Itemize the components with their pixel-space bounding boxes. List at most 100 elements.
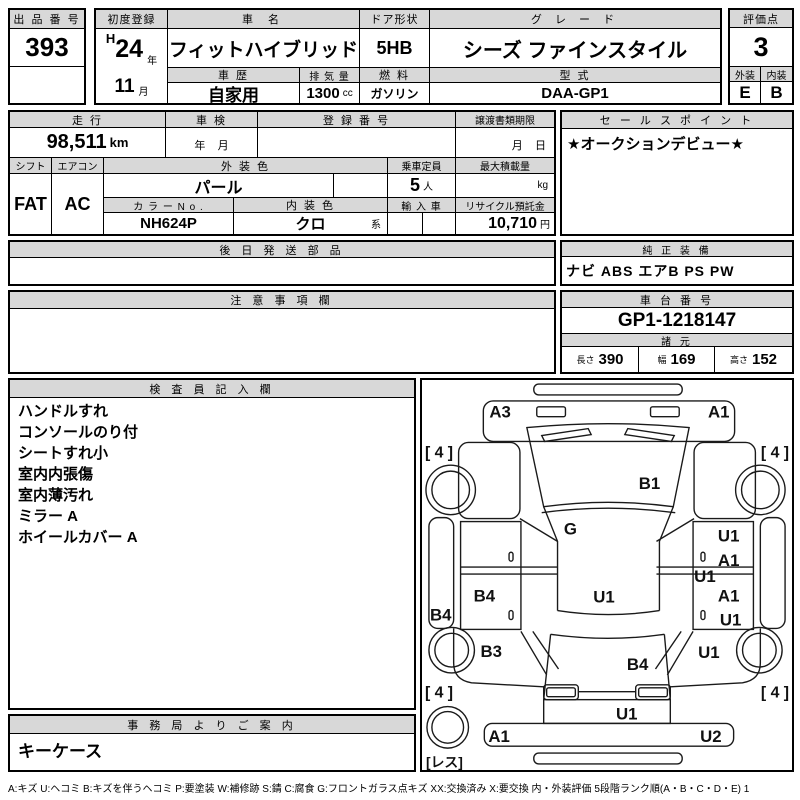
fuel-value: ガソリン bbox=[360, 83, 430, 103]
tire-mark-front-right: [ 4 ] bbox=[761, 444, 789, 461]
history-header: 車 歴 bbox=[168, 68, 300, 83]
inspector-note-line: ハンドルすれ bbox=[18, 403, 109, 420]
office-block: 事 務 局 よ り ご 案 内 キーケース bbox=[8, 714, 416, 772]
first-reg-month-unit: 月 bbox=[138, 87, 149, 98]
windshield-shape bbox=[526, 422, 690, 514]
spec-height-value: 152 bbox=[751, 351, 778, 368]
spare-tire-mark: [レス] bbox=[426, 754, 463, 770]
auction-sheet: 出 品 番 号 393 初度登録 H 24 年 11 月 車 名 フィットハイブ… bbox=[0, 0, 800, 800]
wheel-rear-left bbox=[428, 626, 476, 674]
shift-header: シフト bbox=[10, 158, 52, 174]
car-name-header: 車 名 bbox=[168, 10, 360, 29]
equipment-block: 純 正 装 備 ナビ ABS エアB PS PW bbox=[560, 240, 794, 286]
damage-tailgate-label: U1 bbox=[616, 704, 637, 723]
door-shape-value: 5HB bbox=[360, 29, 430, 68]
inspector-note-line: シートすれ小 bbox=[18, 445, 109, 462]
damage-windshield-label: G bbox=[564, 519, 577, 538]
exterior-grade-value: E bbox=[730, 82, 761, 103]
auction-no-block: 出 品 番 号 393 bbox=[8, 8, 86, 105]
inspector-header: 検 査 員 記 入 欄 bbox=[10, 380, 414, 398]
int-color-value-cell: クロ 系 bbox=[234, 213, 388, 234]
aircon-header: エアコン bbox=[52, 158, 104, 174]
spec-width-label: 幅 bbox=[657, 355, 667, 365]
first-reg-year-cell: H 24 年 bbox=[96, 29, 168, 70]
mileage-header: 走 行 bbox=[10, 112, 166, 128]
damage-left-rear-quarter-label: B3 bbox=[481, 642, 502, 661]
damage-right-rear-quarter-label: U1 bbox=[698, 643, 719, 662]
equipment-header: 純 正 装 備 bbox=[562, 242, 792, 257]
displacement-header: 排 気 量 bbox=[300, 68, 360, 83]
ext-color-value: パール bbox=[104, 174, 334, 198]
tire-mark-rear-left: [ 4 ] bbox=[425, 685, 453, 702]
spec-length-label: 長さ bbox=[576, 355, 595, 365]
later-parts-content bbox=[10, 258, 554, 284]
interior-grade-value: B bbox=[770, 82, 783, 102]
transfer-deadline-header: 譲渡書類期限 bbox=[456, 112, 554, 128]
inspector-note-line: 室内内張傷 bbox=[18, 466, 94, 483]
import-cell-divider bbox=[421, 213, 423, 234]
shaken-header: 車 検 bbox=[166, 112, 258, 128]
mileage-value: 98,511 bbox=[46, 131, 107, 153]
info-table: 走 行 車 検 登 録 番 号 譲渡書類期限 98,511 km 年 月 月 日… bbox=[8, 110, 556, 236]
legend-text: A:キズ U:ヘコミ B:キズを伴うヘコミ P:要塗装 W:補修跡 S:錆 C:… bbox=[8, 783, 750, 795]
caution-content bbox=[10, 309, 554, 372]
import-value-cell bbox=[388, 213, 456, 234]
model-code-header: 型 式 bbox=[430, 68, 720, 83]
tire-mark-rear-right: [ 4 ] bbox=[761, 685, 789, 702]
ext-color-blank-cell bbox=[334, 174, 388, 198]
score-value: 3 bbox=[730, 28, 792, 67]
int-color-value: クロ bbox=[295, 216, 326, 233]
spare-tire bbox=[426, 705, 470, 749]
capacity-value-cell: 5 人 bbox=[388, 174, 456, 198]
displacement-value-cell: 1300 cc bbox=[300, 83, 360, 103]
recycle-unit: 円 bbox=[540, 220, 550, 231]
transfer-deadline-value: 月 日 bbox=[456, 128, 554, 158]
inspector-note-line: 室内薄汚れ bbox=[18, 487, 94, 504]
chassis-no-value: GP1-1218147 bbox=[562, 308, 792, 334]
damage-left-front-door-label: B4 bbox=[474, 587, 496, 606]
sales-point-block: セ ー ル ス ポ イ ン ト ★オークションデビュー★ bbox=[560, 110, 794, 236]
spec-length-cell: 長さ 390 bbox=[562, 347, 639, 372]
capacity-value: 5 bbox=[409, 175, 420, 195]
caution-block: 注 意 事 項 欄 bbox=[8, 290, 556, 374]
tire-mark-front-left: [ 4 ] bbox=[425, 444, 453, 461]
score-header: 評価点 bbox=[730, 10, 792, 28]
sales-point-content: ★オークションデビュー★ bbox=[567, 136, 744, 153]
spec-length-value: 390 bbox=[598, 351, 624, 368]
wheel-front-left bbox=[425, 464, 477, 516]
later-parts-header: 後 日 発 送 部 品 bbox=[10, 242, 554, 258]
history-value: 自家用 bbox=[168, 83, 300, 103]
damage-right-front-door-bottom-label: A1 bbox=[718, 551, 739, 570]
front-bumper-shape bbox=[482, 383, 736, 443]
displacement-unit: cc bbox=[342, 87, 353, 99]
damage-right-door-seam-label: U1 bbox=[694, 567, 715, 586]
grade-value: シーズ ファインスタイル bbox=[430, 29, 720, 68]
fuel-header: 燃 料 bbox=[360, 68, 430, 83]
mileage-value-cell: 98,511 km bbox=[10, 128, 166, 158]
first-reg-month-cell: 11 月 bbox=[96, 70, 168, 103]
sales-point-header: セ ー ル ス ポ イ ン ト bbox=[562, 112, 792, 129]
damage-right-front-door-top-label: U1 bbox=[718, 526, 739, 545]
office-header: 事 務 局 よ り ご 案 内 bbox=[10, 716, 414, 734]
displacement-value: 1300 bbox=[306, 84, 340, 102]
office-content: キーケース bbox=[18, 742, 103, 761]
vehicle-top-table: 初度登録 H 24 年 11 月 車 名 フィットハイブリッド 車 歴 自家用 … bbox=[94, 8, 722, 105]
max-load-unit: kg bbox=[456, 174, 554, 198]
score-block: 評価点 3 外装 内装 E B bbox=[728, 8, 794, 105]
caution-header: 注 意 事 項 欄 bbox=[10, 292, 554, 309]
chassis-no-header: 車 台 番 号 bbox=[562, 292, 792, 308]
damage-rear-window-label: B4 bbox=[627, 655, 649, 674]
inspector-note-line: ミラー A bbox=[18, 508, 79, 525]
int-color-suffix: 系 bbox=[371, 220, 381, 231]
auction-no-value: 393 bbox=[10, 29, 84, 67]
damage-diagram-block: A3 A1 B1 G U1 B4 B4 B3 U1 A1 U1 A1 U1 U1… bbox=[420, 378, 794, 772]
car-name-value: フィットハイブリッド bbox=[168, 29, 360, 68]
later-parts-block: 後 日 発 送 部 品 bbox=[8, 240, 556, 286]
recycle-value: 10,710 bbox=[488, 214, 537, 232]
first-reg-year-unit: 年 bbox=[147, 56, 158, 67]
auction-no-header: 出 品 番 号 bbox=[10, 10, 84, 29]
interior-grade-header: 内装 bbox=[761, 67, 792, 82]
wheel-front-right bbox=[734, 464, 786, 516]
wheel-rear-right bbox=[735, 626, 783, 674]
capacity-unit: 人 bbox=[423, 182, 433, 193]
